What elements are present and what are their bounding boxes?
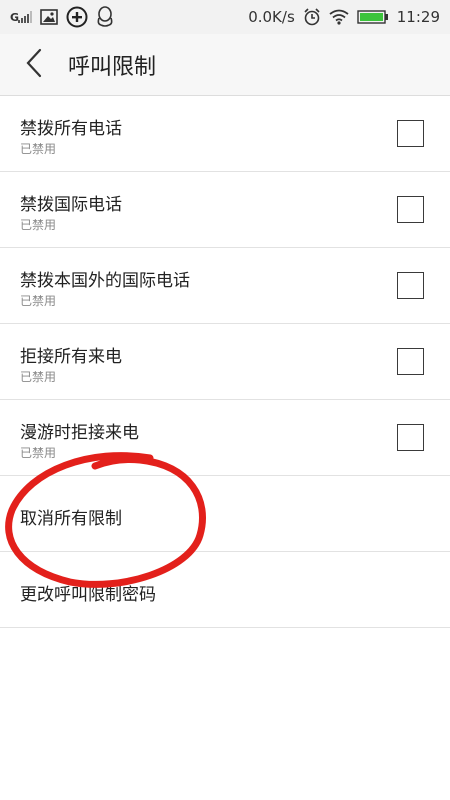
- image-icon: [40, 9, 58, 25]
- change-password-item[interactable]: 更改呼叫限制密码: [0, 552, 450, 628]
- row-label: 拒接所有来电: [20, 347, 122, 367]
- checkbox[interactable]: [397, 348, 424, 375]
- qq-icon: [96, 6, 114, 28]
- row-status: 已禁用: [20, 446, 57, 460]
- page-title: 呼叫限制: [68, 54, 157, 80]
- battery-icon: [357, 9, 389, 25]
- row-label: 漫游时拒接来电: [20, 423, 139, 443]
- row-status: 已禁用: [20, 142, 57, 156]
- restriction-row[interactable]: 禁拨国际电话 已禁用: [0, 172, 450, 248]
- row-label: 更改呼叫限制密码: [20, 585, 156, 605]
- row-status: 已禁用: [20, 370, 57, 384]
- alarm-icon: [303, 8, 321, 26]
- checkbox[interactable]: [397, 196, 424, 223]
- restriction-row[interactable]: 拒接所有来电 已禁用: [0, 324, 450, 400]
- cancel-all-restrictions-item[interactable]: 取消所有限制: [0, 476, 450, 552]
- checkbox[interactable]: [397, 424, 424, 451]
- restriction-row[interactable]: 禁拨所有电话 已禁用: [0, 96, 450, 172]
- plus-circle-icon: [66, 6, 88, 28]
- signal-icon: G: [10, 10, 33, 24]
- clock: 11:29: [396, 8, 440, 26]
- row-status: 已禁用: [20, 218, 57, 232]
- row-label: 禁拨所有电话: [20, 119, 122, 139]
- checkbox[interactable]: [397, 120, 424, 147]
- app-bar: 呼叫限制: [0, 34, 450, 96]
- checkbox[interactable]: [397, 272, 424, 299]
- back-button[interactable]: [8, 34, 60, 96]
- row-label: 取消所有限制: [20, 509, 122, 529]
- network-speed: 0.0K/s: [248, 8, 295, 26]
- status-bar: G 0.0K/s 11:29: [0, 0, 450, 34]
- network-type: G: [10, 10, 19, 24]
- wifi-icon: [329, 9, 349, 25]
- row-status: 已禁用: [20, 294, 57, 308]
- row-label: 禁拨本国外的国际电话: [20, 271, 190, 291]
- restriction-row[interactable]: 漫游时拒接来电 已禁用: [0, 400, 450, 476]
- settings-list: 禁拨所有电话 已禁用 禁拨国际电话 已禁用 禁拨本国外的国际电话 已禁用 拒接所…: [0, 96, 450, 628]
- restriction-row[interactable]: 禁拨本国外的国际电话 已禁用: [0, 248, 450, 324]
- chevron-left-icon: [25, 48, 43, 82]
- row-label: 禁拨国际电话: [20, 195, 122, 215]
